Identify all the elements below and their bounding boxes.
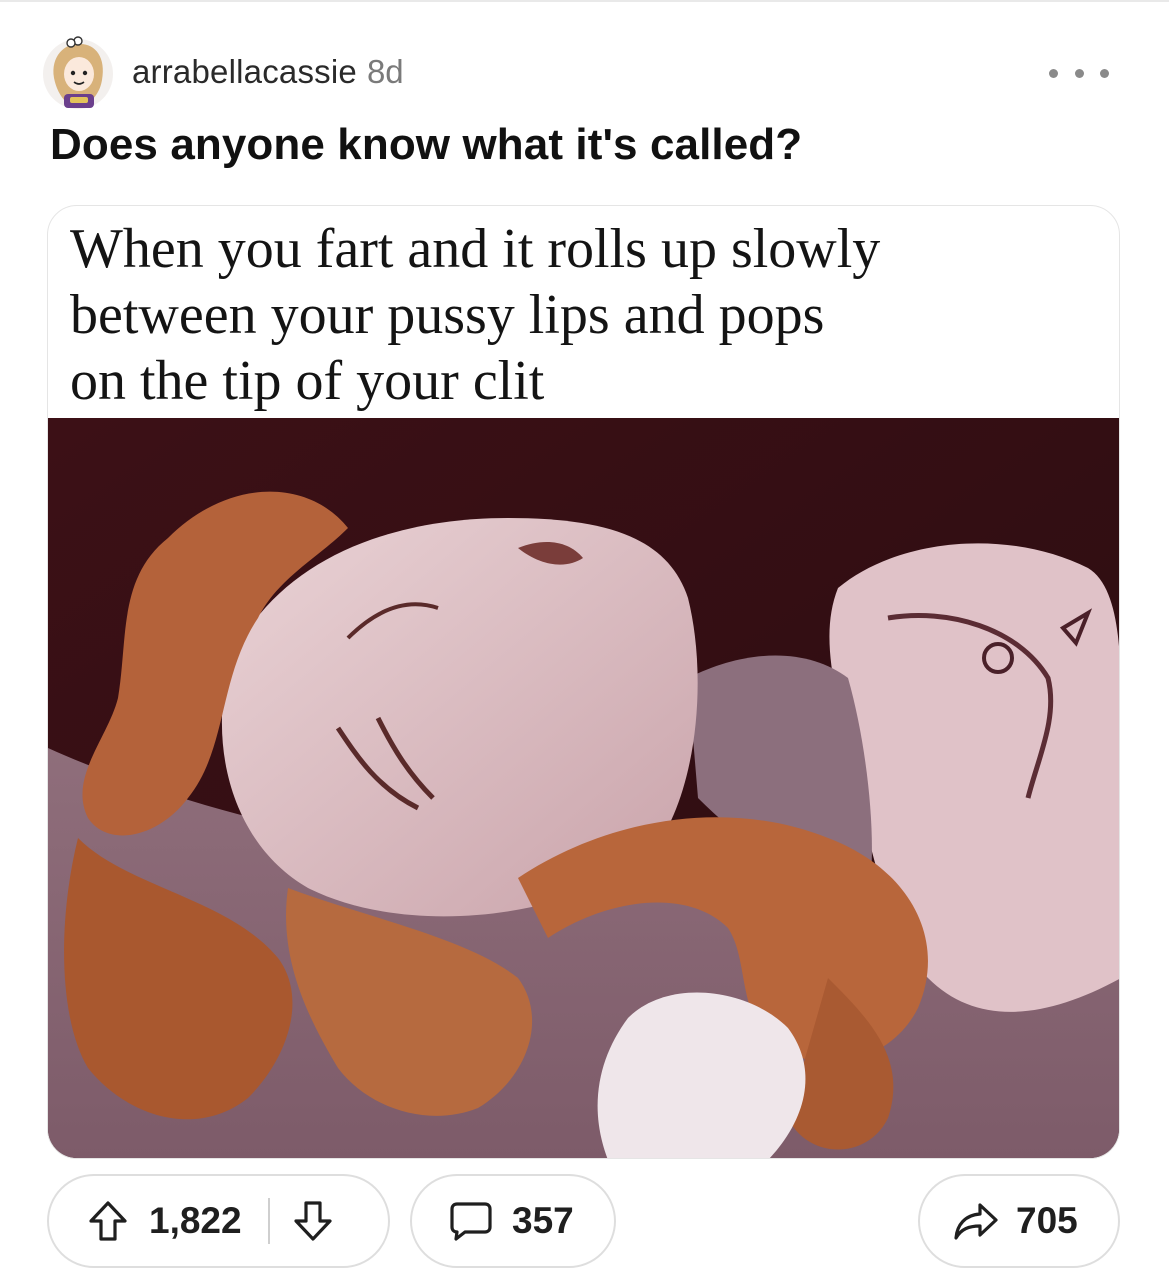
- more-dot: [1049, 68, 1058, 78]
- vote-divider: [267, 1198, 270, 1244]
- share-button[interactable]: 705: [918, 1174, 1120, 1268]
- speech-bubble-icon: [446, 1196, 496, 1246]
- more-dot: [1074, 68, 1084, 78]
- caption-line: between your pussy lips and pops: [70, 284, 825, 346]
- meme-caption: When you fart and it rolls up slowly bet…: [70, 216, 1110, 414]
- post-author[interactable]: arrabellacassie: [132, 53, 357, 91]
- post-age: 8d: [366, 53, 404, 90]
- more-dot: [1100, 68, 1109, 78]
- caption-line: When you fart and it rolls up slowly: [70, 218, 881, 280]
- comments-button[interactable]: 357: [410, 1174, 616, 1268]
- vote-bar: 1,822: [47, 1174, 390, 1268]
- avatar[interactable]: [40, 34, 116, 110]
- caption-line: on the tip of your clit: [70, 350, 545, 412]
- arrow-down-icon[interactable]: [288, 1196, 338, 1246]
- share-count: 705: [1016, 1200, 1078, 1241]
- upvote-count: 1,822: [149, 1200, 242, 1241]
- post-header: arrabellacassie 8d: [40, 34, 1129, 110]
- post-media[interactable]: When you fart and it rolls up slowly bet…: [47, 205, 1120, 1159]
- ellipsis-icon[interactable]: [1049, 58, 1109, 88]
- reddit-post: arrabellacassie 8d Does anyone know what…: [0, 0, 1169, 1272]
- share-arrow-icon: [950, 1196, 1002, 1246]
- post-title[interactable]: Does anyone know what it's called?: [50, 120, 802, 170]
- arrow-up-icon[interactable]: [83, 1196, 133, 1246]
- meme-illustration: [48, 418, 1119, 1158]
- comment-count: 357: [512, 1200, 574, 1241]
